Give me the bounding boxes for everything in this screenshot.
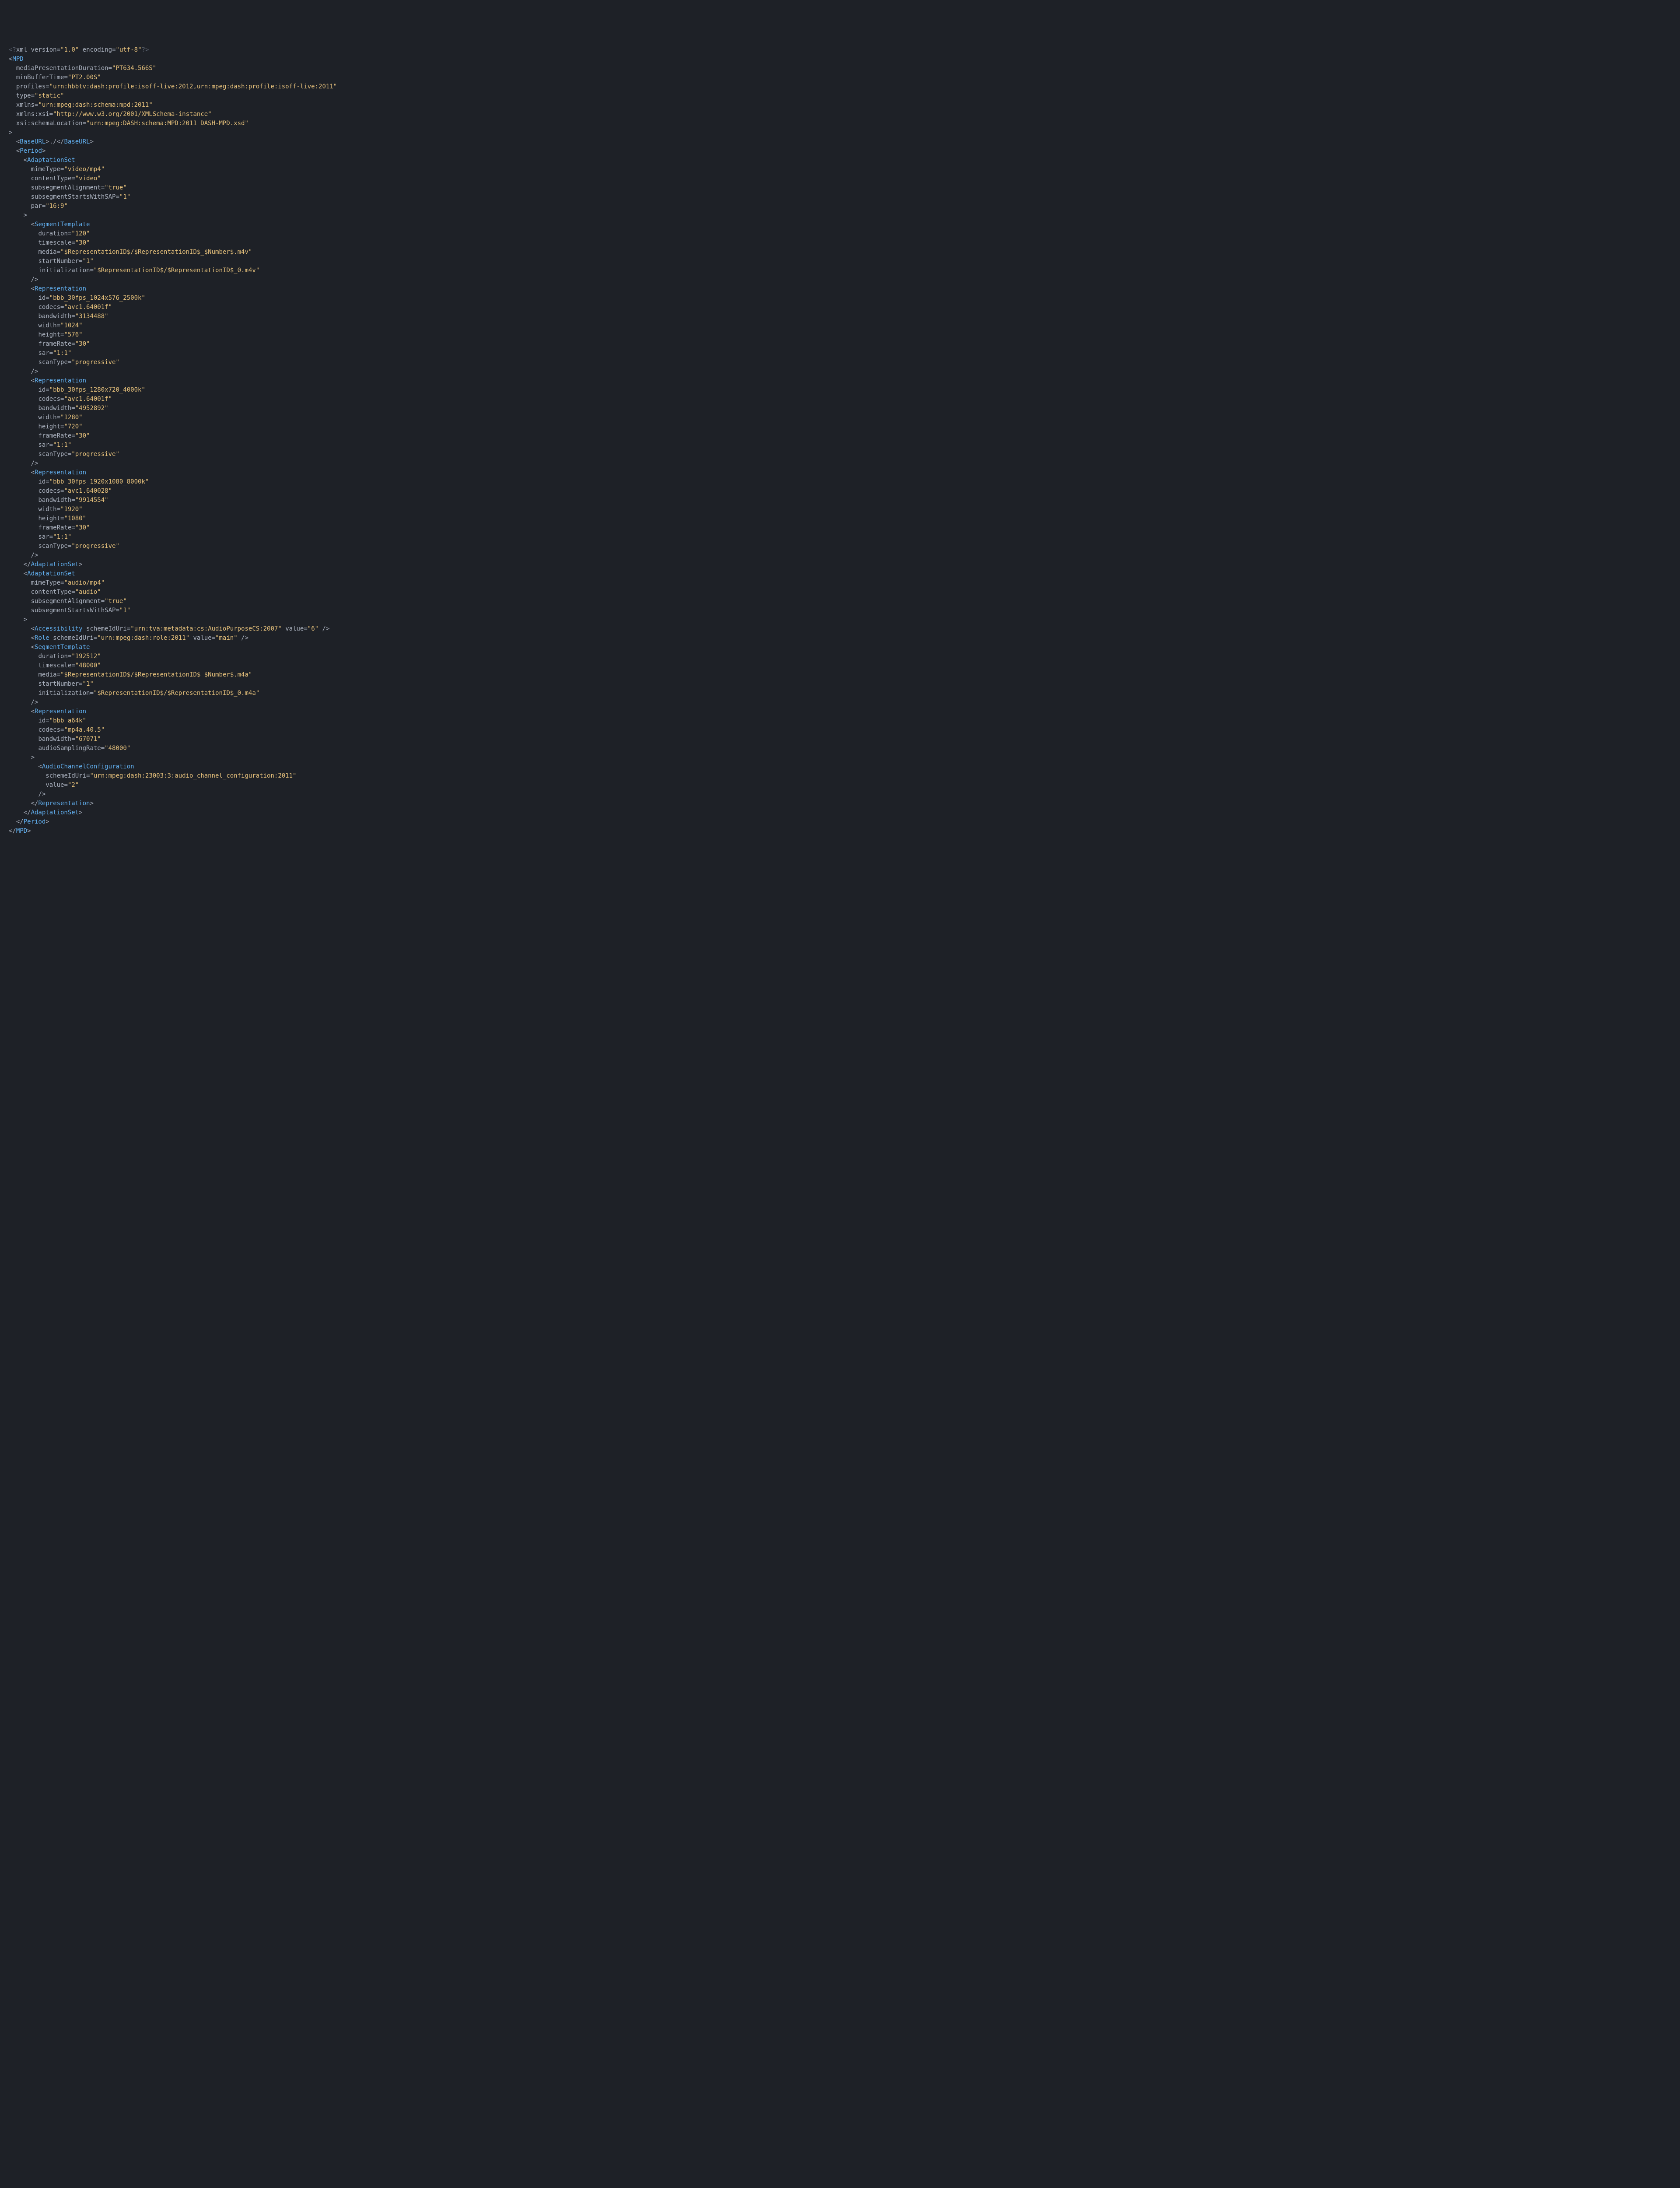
xml-code-block: <?xml version="1.0" encoding="utf-8"?> <… [9, 46, 1671, 836]
